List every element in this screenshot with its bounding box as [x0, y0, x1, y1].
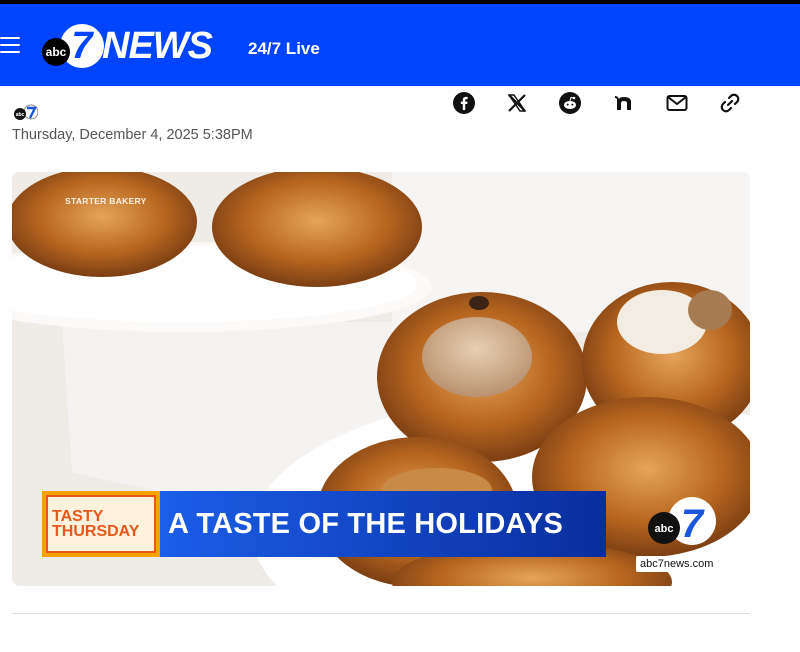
watermark-seven: 7: [681, 502, 705, 546]
x-icon[interactable]: [504, 90, 530, 116]
link-icon[interactable]: [717, 90, 743, 116]
video-headline: A TASTE OF THE HOLIDAYS: [168, 507, 564, 540]
email-icon[interactable]: [664, 90, 690, 116]
live-link[interactable]: 24/7 Live: [248, 39, 320, 59]
hamburger-icon[interactable]: [0, 35, 20, 55]
content-divider: [12, 613, 750, 614]
svg-text:abc: abc: [16, 112, 25, 118]
news-wordmark: NEWS: [102, 24, 213, 67]
site-watermark: abc7news.com: [636, 556, 718, 572]
abc7-logo-icon: abc: [12, 102, 39, 122]
tasty-thursday-badge: TASTY THURSDAY: [42, 491, 160, 557]
badge-line-1: TASTY: [52, 508, 104, 525]
nextdoor-icon[interactable]: [611, 90, 637, 116]
facebook-icon[interactable]: [451, 90, 477, 116]
badge-line-2: THURSDAY: [52, 523, 140, 540]
abc-logo-badge: abc: [42, 38, 70, 66]
photo-credit: STARTER BAKERY: [65, 196, 147, 206]
watermark-abc: abc: [655, 523, 674, 535]
headline-banner: A TASTE OF THE HOLIDAYS: [160, 491, 606, 557]
article-timestamp: Thursday, December 4, 2025 5:38PM: [12, 127, 253, 143]
abc7-watermark-icon: 7 abc: [646, 494, 716, 548]
hero-video-thumbnail[interactable]: STARTER BAKERY TASTY THURSDAY A TASTE OF…: [12, 172, 750, 586]
reddit-icon[interactable]: [557, 90, 583, 116]
site-header: abc 7 NEWS 24/7 Live: [0, 0, 800, 86]
video-lower-third: TASTY THURSDAY A TASTE OF THE HOLIDAYS: [42, 491, 606, 557]
abc7-news-logo[interactable]: abc 7 NEWS: [42, 20, 213, 72]
